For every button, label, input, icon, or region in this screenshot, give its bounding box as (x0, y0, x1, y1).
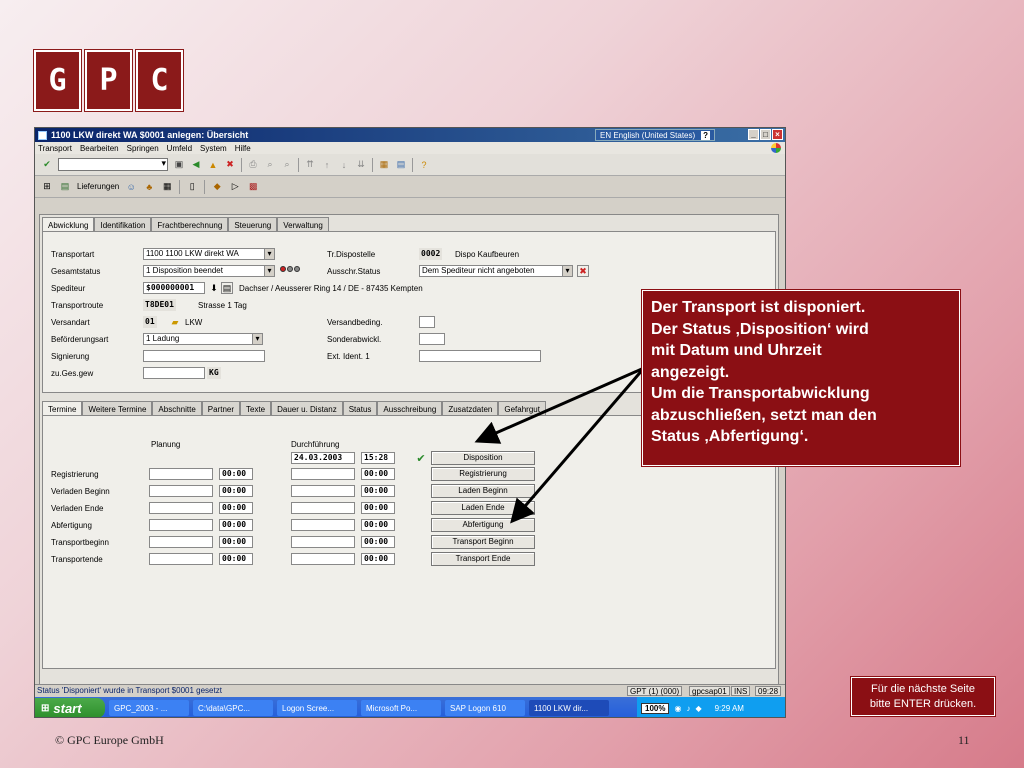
callout-line: abzuschließen, setzt man den (651, 406, 877, 424)
callout-line: mit Datum und Uhrzeit (651, 342, 822, 359)
callout-line: angezeigt. (651, 363, 730, 381)
footer-copyright: © GPC Europe GmbH (55, 733, 164, 747)
footer-page-number: 11 (958, 733, 970, 747)
next-page-hint: Für die nächste Seite bitte ENTER drücke… (850, 676, 996, 717)
arrow-to-disposition (474, 366, 645, 444)
callout-line: Um die Transportabwicklung (651, 385, 870, 402)
callout-line: Der Transport ist disponiert. (651, 299, 866, 316)
callout-line: Status ‚Abfertigung‘. (651, 428, 809, 445)
callout-line: Der Status ‚Disposition‘ wird (651, 320, 869, 338)
hint-line: Für die nächste Seite (871, 683, 975, 695)
arrow-to-abfertigung (510, 367, 646, 524)
explanation-callout: Der Transport ist disponiert. Der Status… (641, 289, 961, 467)
hint-line: bitte ENTER drücken. (869, 698, 977, 710)
